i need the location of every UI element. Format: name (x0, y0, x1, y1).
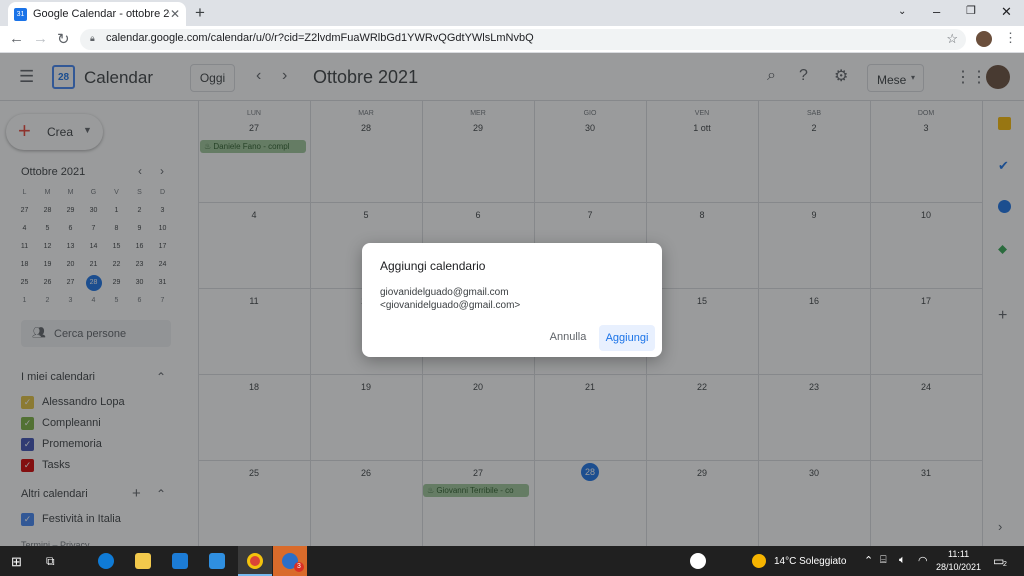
windows-start-icon[interactable]: ⊞ (11, 554, 22, 570)
chrome-icon[interactable] (247, 553, 263, 569)
reload-icon[interactable]: ↻ (57, 30, 70, 48)
volume-muted-icon[interactable]: 🔈︎ (899, 554, 906, 567)
dialog-email: giovanidelguado@gmail.com (380, 287, 509, 298)
browser-tab[interactable]: 31 Google Calendar - ottobre 2021 ✕ (8, 2, 186, 26)
dialog-title: Aggiungi calendario (380, 259, 486, 273)
file-explorer-icon[interactable] (135, 553, 151, 569)
close-tab-icon[interactable]: ✕ (170, 7, 180, 21)
browser-menu-icon[interactable]: ⋮ (1004, 30, 1017, 46)
tab-search-icon[interactable]: ⌄ (898, 6, 906, 17)
minimize-icon[interactable]: – (933, 4, 940, 19)
clock-date[interactable]: 28/10/2021 (936, 562, 981, 572)
help-tray-icon[interactable] (690, 553, 706, 569)
lock-icon: 🔒︎ (90, 33, 95, 43)
new-tab-icon[interactable]: + (195, 3, 205, 23)
close-window-icon[interactable]: ✕ (1001, 4, 1012, 20)
windows-taskbar: ⊞ ⧉ 3 14°C Soleggiato ⌃ ⌸ 🔈︎ ◠ 11:11 28/… (0, 546, 1024, 576)
edge-icon[interactable] (98, 553, 114, 569)
wifi-icon[interactable]: ◠ (918, 554, 928, 567)
add-button[interactable]: Aggiungi (599, 325, 655, 351)
network-icon[interactable]: ⌸ (880, 554, 887, 567)
profile-avatar[interactable] (976, 31, 992, 47)
url-text: calendar.google.com/calendar/u/0/r?cid=Z… (106, 32, 534, 44)
notification-count: 2 (1003, 561, 1007, 568)
browser-tab-strip: 31 Google Calendar - ottobre 2021 ✕ + ⌄ … (0, 0, 1024, 26)
task-view-icon[interactable]: ⧉ (46, 554, 55, 569)
forward-icon[interactable]: → (33, 30, 48, 47)
add-calendar-dialog: Aggiungi calendario giovanidelguado@gmai… (362, 243, 662, 357)
mail-icon[interactable] (209, 553, 225, 569)
store-icon[interactable] (172, 553, 188, 569)
clock-time[interactable]: 11:11 (948, 549, 969, 559)
app-badge: 3 (294, 562, 304, 572)
back-icon[interactable]: ← (9, 30, 24, 47)
tab-title: Google Calendar - ottobre 2021 (33, 8, 170, 20)
tray-chevron-up-icon[interactable]: ⌃ (864, 554, 873, 567)
dialog-email-full: <giovanidelguado@gmail.com> (380, 300, 521, 311)
bookmark-star-icon[interactable]: ☆ (946, 31, 958, 47)
weather-text[interactable]: 14°C Soleggiato (774, 556, 846, 567)
cancel-button[interactable]: Annulla (546, 325, 590, 349)
restore-icon[interactable]: ❐ (966, 4, 976, 17)
url-field[interactable]: 🔒︎ calendar.google.com/calendar/u/0/r?ci… (80, 29, 966, 50)
calendar-favicon-icon: 31 (14, 7, 27, 21)
weather-sun-icon (752, 554, 766, 568)
